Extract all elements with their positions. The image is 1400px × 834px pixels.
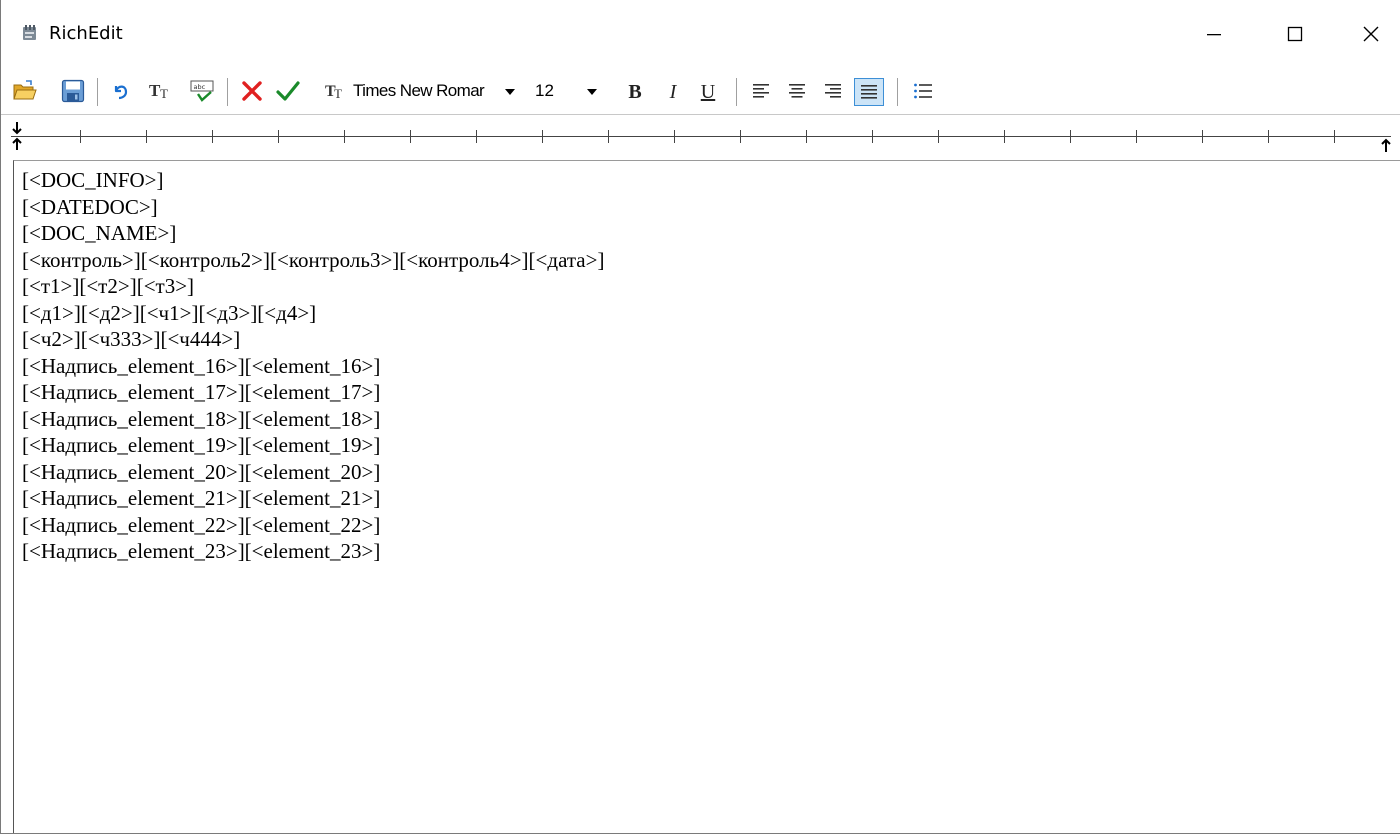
- toolbar-separator: [227, 78, 228, 106]
- ruler-tick: [806, 130, 807, 143]
- toolbar-separator: [736, 78, 737, 106]
- bullet-list-icon: [914, 83, 932, 99]
- document-line: [<Надпись_element_22>][<element_22>]: [22, 512, 381, 537]
- font-button[interactable]: T T: [147, 76, 175, 106]
- spellcheck-icon: abc: [190, 80, 214, 102]
- cancel-button[interactable]: [237, 76, 267, 106]
- right-indent-marker[interactable]: [1379, 137, 1393, 153]
- document-body: [<DOC_INFO>] [<DATEDOC>] [<DOC_NAME>] [<…: [22, 167, 604, 565]
- ruler-line: [11, 136, 1391, 137]
- document-line: [<DOC_INFO>]: [22, 168, 164, 192]
- spellcheck-button[interactable]: abc: [187, 76, 217, 106]
- toolbar-separator: [97, 78, 98, 106]
- maximize-icon: [1287, 26, 1303, 42]
- chevron-down-icon[interactable]: [505, 89, 515, 95]
- font-name-combobox[interactable]: T T Times New Romar: [321, 78, 519, 104]
- accept-button[interactable]: [273, 76, 303, 106]
- ruler-tick: [1334, 130, 1335, 143]
- richedit-window: RichEdit T T abc T T Times New Romar 12 …: [0, 0, 1400, 834]
- ruler-tick: [542, 130, 543, 143]
- rich-text-editor[interactable]: [<DOC_INFO>] [<DATEDOC>] [<DOC_NAME>] [<…: [13, 160, 1400, 833]
- bold-icon: B: [628, 80, 642, 103]
- close-icon: [1363, 26, 1379, 42]
- underline-icon: U: [700, 80, 716, 103]
- ruler-tick: [476, 130, 477, 143]
- align-left-icon: [753, 84, 769, 98]
- ruler: [1, 114, 1400, 161]
- document-line: [<Надпись_element_23>][<element_23>]: [22, 539, 381, 563]
- undo-button[interactable]: [107, 76, 133, 106]
- toolbar-separator: [897, 78, 898, 106]
- document-line: [<Надпись_element_16>][<element_16>]: [22, 353, 381, 378]
- bold-button[interactable]: B: [623, 78, 647, 106]
- font-icon: T T: [149, 81, 168, 101]
- ruler-tick: [1268, 130, 1269, 143]
- svg-text:abc: abc: [194, 83, 206, 91]
- document-line: [<Надпись_element_20>][<element_20>]: [22, 459, 381, 484]
- first-line-indent-marker[interactable]: [11, 121, 23, 151]
- ruler-tick: [212, 130, 213, 143]
- align-right-icon: [825, 84, 841, 98]
- underline-button[interactable]: U: [696, 78, 720, 106]
- document-line: [<д1>][<д2>][<ч1>][<д3>][<д4>]: [22, 300, 317, 325]
- minimize-icon: [1207, 34, 1221, 36]
- justify-icon: [861, 85, 877, 99]
- undo-icon: [114, 85, 128, 100]
- align-center-icon: [789, 84, 805, 98]
- document-line: [<Надпись_element_17>][<element_17>]: [22, 380, 381, 404]
- font-size-value: 12: [535, 81, 554, 100]
- open-icon: [13, 80, 37, 100]
- italic-button[interactable]: I: [661, 78, 685, 106]
- font-name-value: Times New Romar: [353, 81, 485, 100]
- close-button[interactable]: [1341, 0, 1400, 68]
- document-line: [<Надпись_element_19>][<element_19>]: [22, 433, 381, 457]
- open-button[interactable]: [11, 76, 39, 106]
- truetype-font-icon: T T: [325, 83, 342, 101]
- ruler-tick: [1004, 130, 1005, 143]
- justify-button[interactable]: [854, 78, 884, 106]
- document-line: [<контроль>][<контроль2>][<контроль3>][<…: [22, 247, 605, 272]
- save-icon: [61, 79, 85, 103]
- document-line: [<DATEDOC>]: [22, 194, 158, 219]
- font-size-combobox[interactable]: 12: [531, 78, 603, 104]
- ruler-tick: [410, 130, 411, 143]
- ruler-tick: [872, 130, 873, 143]
- document-line: [<Надпись_element_21>][<element_21>]: [22, 486, 381, 510]
- window-title: RichEdit: [49, 23, 123, 44]
- document-line: [<Надпись_element_18>][<element_18>]: [22, 406, 381, 431]
- save-button[interactable]: [59, 76, 87, 106]
- document-line: [<т1>][<т2>][<т3>]: [22, 274, 195, 298]
- cancel-icon: [242, 81, 262, 101]
- bullet-list-button[interactable]: [909, 76, 937, 106]
- ruler-tick: [1202, 130, 1203, 143]
- ruler-tick: [1070, 130, 1071, 143]
- ruler-tick: [344, 130, 345, 143]
- app-icon: [21, 24, 39, 42]
- ruler-tick: [80, 130, 81, 143]
- ruler-tick: [146, 130, 147, 143]
- minimize-button[interactable]: [1184, 0, 1244, 68]
- ruler-tick: [1136, 130, 1137, 143]
- title-bar: RichEdit: [1, 0, 1400, 68]
- maximize-button[interactable]: [1265, 0, 1325, 68]
- align-left-button[interactable]: [747, 76, 775, 106]
- ruler-tick: [938, 130, 939, 143]
- align-right-button[interactable]: [819, 76, 847, 106]
- document-line: [<ч2>][<ч333>][<ч444>]: [22, 327, 241, 351]
- ruler-tick: [674, 130, 675, 143]
- align-center-button[interactable]: [783, 76, 811, 106]
- document-line: [<DOC_NAME>]: [22, 221, 177, 245]
- ruler-tick: [608, 130, 609, 143]
- svg-text:T: T: [160, 86, 168, 101]
- italic-icon: I: [669, 80, 677, 103]
- ruler-tick: [278, 130, 279, 143]
- accept-icon: [276, 81, 300, 101]
- svg-text:T: T: [334, 86, 342, 101]
- chevron-down-icon[interactable]: [587, 89, 597, 95]
- ruler-tick: [740, 130, 741, 143]
